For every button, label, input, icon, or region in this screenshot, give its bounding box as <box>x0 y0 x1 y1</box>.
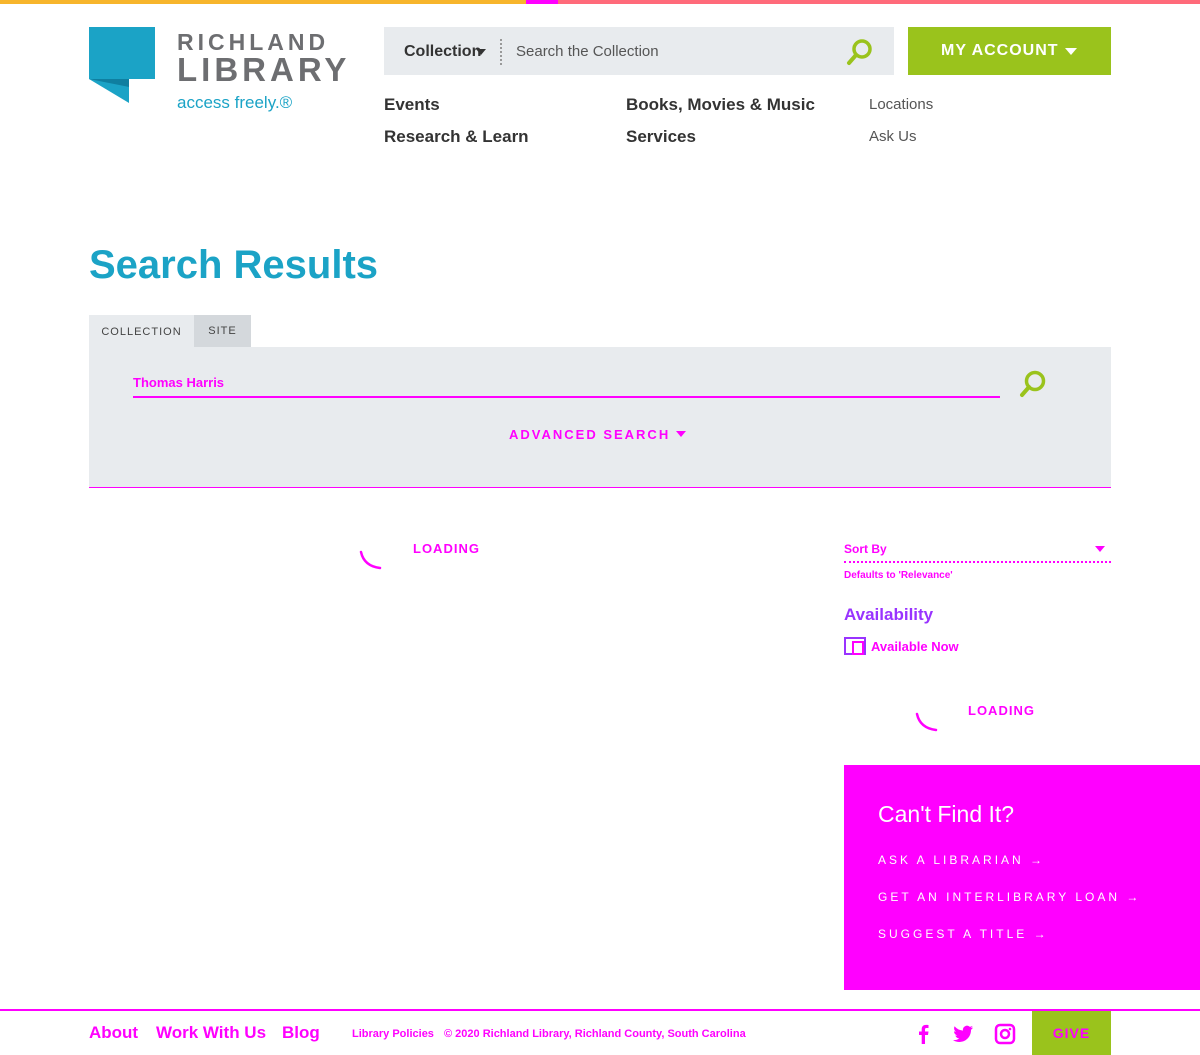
loading-spinner-icon <box>915 712 938 732</box>
tab-collection-label: COLLECTION <box>101 326 182 338</box>
nav-item-books-movies-music[interactable]: Books, Movies & Music <box>626 95 815 115</box>
nav-item-services[interactable]: Services <box>626 127 696 147</box>
search-icon[interactable] <box>846 38 874 66</box>
tab-site[interactable]: SITE <box>194 315 251 347</box>
ask-a-librarian-link[interactable]: ASK A LIBRARIAN → <box>878 853 1045 867</box>
loading-spinner-icon <box>359 550 382 570</box>
search-query-input[interactable]: Thomas Harris <box>133 375 1000 398</box>
header-search-input[interactable]: Search the Collection <box>516 43 659 60</box>
footer-link-work-with-us[interactable]: Work With Us <box>156 1023 266 1043</box>
chevron-down-icon <box>1065 48 1077 55</box>
give-button[interactable]: GIVE <box>1032 1011 1111 1055</box>
available-now-label: Available Now <box>871 639 959 654</box>
suggest-a-title-link[interactable]: SUGGEST A TITLE → <box>878 927 1049 941</box>
page-title: Search Results <box>89 243 379 287</box>
cant-find-it-heading: Can't Find It? <box>878 801 1015 827</box>
site-footer: About Work With Us Blog Library Policies… <box>0 1009 1200 1055</box>
nav-item-research-learn[interactable]: Research & Learn <box>384 127 529 147</box>
sort-hint: Defaults to 'Relevance' <box>844 570 953 581</box>
sort-by-select[interactable]: Sort By <box>844 540 1111 563</box>
top-bar-segment <box>0 0 526 4</box>
search-scope-select[interactable]: Collection <box>404 43 481 61</box>
advanced-search-label: ADVANCED SEARCH <box>509 427 671 442</box>
my-account-button[interactable]: MY ACCOUNT <box>908 27 1111 75</box>
top-bar-segment <box>526 0 558 4</box>
availability-heading: Availability <box>844 605 934 624</box>
top-color-bar <box>0 0 1200 4</box>
checkbox-icon[interactable] <box>844 637 866 655</box>
nav-item-events[interactable]: Events <box>384 95 440 115</box>
tab-collection[interactable]: COLLECTION <box>89 315 194 347</box>
chevron-down-icon[interactable] <box>476 49 486 55</box>
facebook-icon[interactable] <box>912 1022 936 1046</box>
chevron-down-icon <box>676 431 687 437</box>
interlibrary-loan-link[interactable]: GET AN INTERLIBRARY LOAN → <box>878 890 1141 904</box>
twitter-icon[interactable] <box>951 1022 975 1046</box>
logo-mark-icon <box>89 27 155 103</box>
library-logo[interactable]: RICHLAND LIBRARY access freely.® <box>89 27 349 117</box>
search-icon[interactable] <box>1018 369 1048 399</box>
top-bar-segment <box>558 0 1200 4</box>
nav-item-ask-us[interactable]: Ask Us <box>869 128 917 145</box>
search-panel: Thomas Harris ADVANCED SEARCH <box>89 347 1111 488</box>
logo-name-line2: LIBRARY <box>177 51 351 88</box>
footer-link-blog[interactable]: Blog <box>282 1023 320 1043</box>
facets-loading-text: LOADING <box>968 703 1035 718</box>
footer-link-about[interactable]: About <box>89 1023 138 1043</box>
nav-item-locations[interactable]: Locations <box>869 96 933 113</box>
footer-copyright: © 2020 Richland Library, Richland County… <box>444 1028 746 1040</box>
sort-by-label: Sort By <box>844 542 887 556</box>
results-loading-text: LOADING <box>413 541 480 556</box>
chevron-down-icon <box>1095 546 1105 552</box>
cant-find-it-panel: Can't Find It? ASK A LIBRARIAN → GET AN … <box>844 765 1200 990</box>
logo-tagline: access freely.® <box>177 93 293 112</box>
my-account-label: MY ACCOUNT <box>941 42 1059 59</box>
search-divider <box>500 39 502 65</box>
advanced-search-toggle[interactable]: ADVANCED SEARCH <box>509 427 687 442</box>
footer-link-library-policies[interactable]: Library Policies <box>352 1028 434 1040</box>
header-search-bar: Collection Search the Collection <box>384 27 894 75</box>
instagram-icon[interactable] <box>993 1022 1017 1046</box>
tab-site-label: SITE <box>208 325 237 337</box>
